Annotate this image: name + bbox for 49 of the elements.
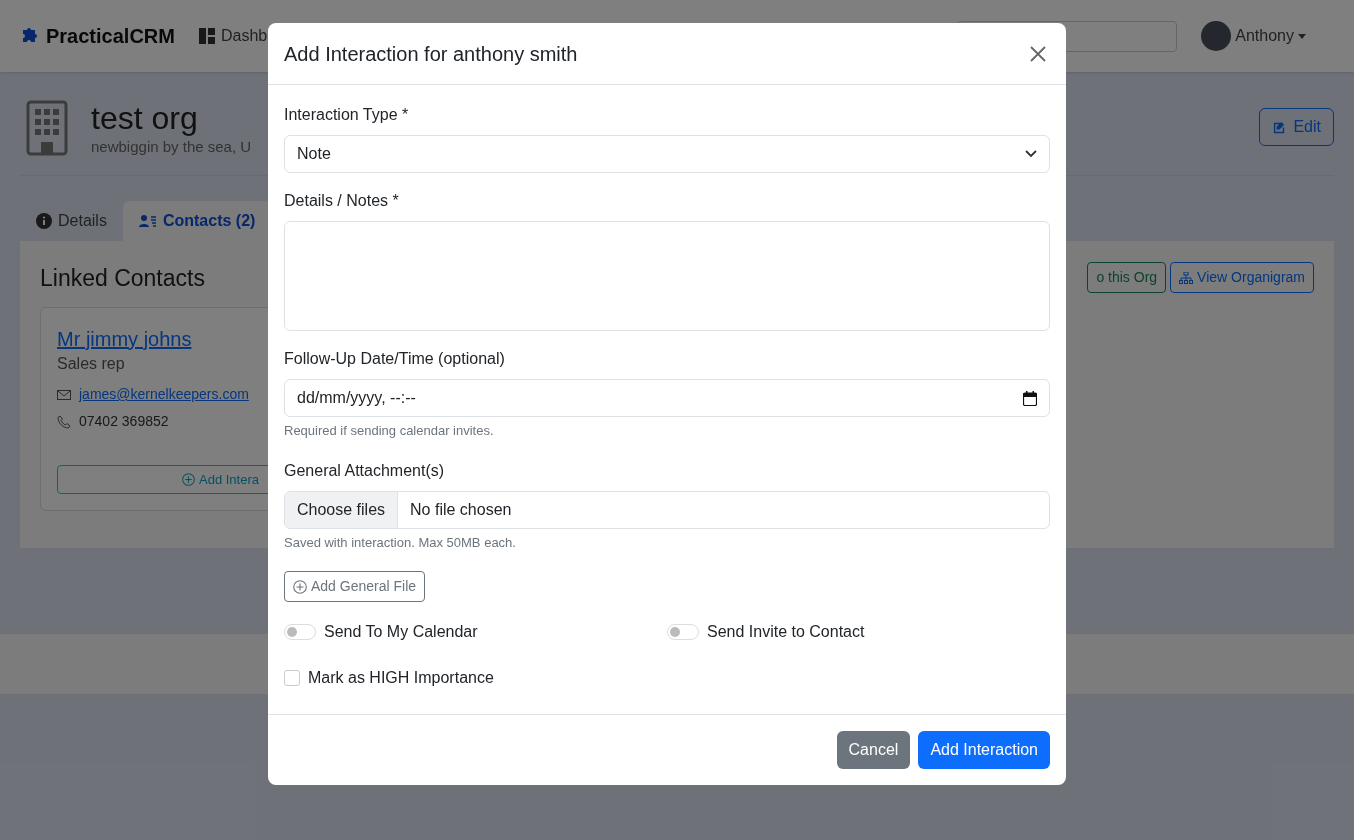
panel-button[interactable]: o this Org — [1087, 262, 1167, 294]
field-label: Details / Notes * — [284, 191, 400, 211]
choose-files-button[interactable]: Choose files — [285, 491, 399, 528]
building-icon — [26, 100, 68, 156]
toggle-label: Send To My Calendar — [324, 622, 478, 642]
modal-title: Add Interaction for anthony smith — [284, 41, 578, 67]
field-label: Interaction Type * — [284, 105, 410, 125]
contact-name-link[interactable]: Mr jimmy johns — [57, 324, 192, 354]
info-icon — [36, 212, 52, 229]
plus-circle-icon — [182, 473, 195, 486]
email-link[interactable]: james@kernelkeepers.com — [79, 384, 249, 405]
plus-circle-icon — [293, 579, 307, 594]
nav-link[interactable]: Dashb — [220, 24, 268, 48]
edit-button[interactable]: Edit — [1259, 108, 1334, 146]
phone-icon — [57, 414, 71, 429]
caret-icon — [1298, 33, 1306, 39]
checkbox[interactable] — [284, 670, 300, 686]
help-text: Required if sending calendar invites. — [284, 422, 495, 440]
user-menu[interactable]: Anthony — [1235, 24, 1294, 48]
org-address: newbiggin by the sea, U — [91, 137, 252, 157]
puzzle-icon — [20, 27, 40, 45]
datetime-field[interactable]: dd/mm/yyyy, --:-- — [284, 379, 1050, 417]
envelope-icon — [57, 389, 71, 400]
footer-button[interactable]: Cancel — [836, 731, 911, 769]
contact-role: Sales rep — [57, 354, 125, 374]
checkbox-label: Mark as HIGH Importance — [308, 668, 494, 688]
toggle-switch[interactable] — [284, 624, 316, 640]
panel-title: Linked Contacts — [40, 263, 205, 293]
phone-number: 07402 369852 — [79, 412, 169, 431]
hierarchy-icon — [1179, 271, 1194, 284]
add-file-button[interactable]: Add General File — [284, 571, 426, 602]
panel-button[interactable]: View Organigram — [1170, 262, 1314, 294]
help-text: Saved with interaction. Max 50MB each. — [284, 533, 517, 552]
field-label: Follow-Up Date/Time (optional) — [284, 349, 506, 369]
chevron-icon — [1025, 150, 1037, 158]
toggle-switch[interactable] — [667, 624, 699, 640]
calendar-icon — [1023, 390, 1037, 406]
avatar[interactable] — [1201, 21, 1232, 51]
notes-textarea[interactable] — [284, 221, 1050, 331]
brand-name[interactable]: PracticalCRM — [46, 21, 175, 51]
layout-icon — [198, 28, 215, 44]
contacts-icon — [138, 213, 157, 228]
file-field[interactable]: Choose files No file chosen — [284, 490, 1050, 529]
tab[interactable]: Details — [20, 200, 123, 241]
select-field[interactable]: Note — [284, 135, 1050, 173]
org-name: test org — [91, 100, 199, 136]
close-icon[interactable] — [1030, 45, 1046, 62]
footer-button[interactable]: Add Interaction — [918, 731, 1050, 769]
toggle-label: Send Invite to Contact — [707, 622, 865, 642]
